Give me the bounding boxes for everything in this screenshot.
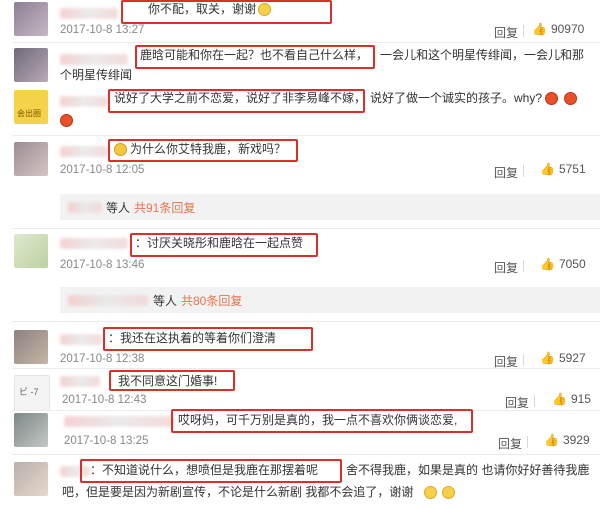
angry-emoji-icon [60,114,73,127]
highlight-box [108,139,298,162]
reply-count-link[interactable]: 共80条回复 [181,292,242,309]
like-button[interactable]: 👍 3929 [544,433,590,447]
reply-summary-prefix: 等人 [153,294,178,308]
like-count: 915 [570,392,591,406]
like-button[interactable]: 👍 5927 [540,351,586,365]
highlight-box [103,327,313,351]
angry-emoji-icon [564,92,577,105]
comment-text: 个明星传绯闻 [60,68,133,82]
reply-button[interactable]: 回复 [494,164,518,181]
reply-summary-prefix: 等人 [106,201,131,215]
avatar[interactable] [14,413,48,447]
divider [12,42,600,43]
highlight-box [171,409,473,433]
reply-button[interactable]: 回复 [505,394,529,411]
angry-emoji-icon [545,92,558,105]
reply-button[interactable]: 回复 [498,435,522,452]
avatar[interactable] [14,462,48,496]
avatar[interactable] [14,2,48,36]
reply-summary[interactable]: 等人 共80条回复 [60,287,600,313]
divider [12,454,600,455]
like-count: 90970 [550,22,585,36]
avatar[interactable]: ビ -7 [14,375,50,411]
thumbs-up-icon: 👍 [540,162,555,176]
like-count: 5751 [558,162,586,176]
avatar-badge-text: 会出圈 [17,109,41,118]
divider [12,321,600,322]
username[interactable] [60,376,100,387]
avatar[interactable] [14,142,48,176]
reply-summary[interactable]: 等人 共91条回复 [60,194,600,220]
avatar[interactable] [14,48,48,82]
highlight-box [80,459,342,483]
like-button[interactable]: 👍 7050 [540,257,586,271]
comment-date: 2017-10-8 12:05 [60,164,145,176]
comment-date: 2017-10-8 13:27 [60,24,145,36]
smile-emoji-icon [424,486,437,499]
thumbs-up-icon: 👍 [540,257,555,271]
username[interactable] [60,238,128,249]
highlight-box [130,233,318,257]
smile-emoji-icon [442,486,455,499]
like-button[interactable]: 👍 915 [552,392,591,406]
username[interactable] [60,54,128,65]
comment-date: 2017-10-8 12:43 [62,394,147,406]
username [68,295,148,306]
username[interactable] [60,96,108,107]
divider [523,25,524,37]
highlight-box [121,0,332,24]
highlight-box [109,370,235,391]
divider [12,228,600,229]
avatar[interactable] [14,330,48,364]
username[interactable] [64,416,174,427]
username [68,202,102,213]
comment-text: 说好了做一个诚实的孩子。why? [370,91,543,105]
reply-button[interactable]: 回复 [494,24,518,41]
like-count: 3929 [562,433,590,447]
divider [523,165,524,177]
divider [523,260,524,272]
username[interactable] [60,334,102,345]
like-button[interactable]: 👍 90970 [532,22,584,36]
avatar[interactable] [14,234,48,268]
divider [12,135,600,136]
thumbs-up-icon: 👍 [552,392,567,406]
username[interactable] [60,8,118,19]
thumbs-up-icon: 👍 [540,351,555,365]
divider [12,368,600,369]
avatar-text: ビ -7 [19,387,39,397]
like-button[interactable]: 👍 5751 [540,162,586,176]
comment-text: 一会儿和这个明星传绯闻，一会儿和那 [380,48,585,62]
comment-text: 吧，但是要是因为新剧宣传，不论是什么新剧 我都不会追了，谢谢 [62,485,414,499]
comment-date: 2017-10-8 13:25 [64,435,149,447]
comment-date: 2017-10-8 12:38 [60,353,145,365]
highlight-box [135,45,375,69]
like-count: 5927 [558,351,586,365]
reply-count-link[interactable]: 共91条回复 [134,199,195,216]
highlight-box [108,89,365,113]
thumbs-up-icon: 👍 [544,433,559,447]
divider [527,436,528,448]
divider [523,354,524,366]
thumbs-up-icon: 👍 [532,22,547,36]
comment-text: 舍不得我鹿，如果是真的 也请你好好善待我鹿 [346,463,590,477]
username[interactable] [60,146,108,157]
divider [534,395,535,407]
reply-button[interactable]: 回复 [494,259,518,276]
comment-date: 2017-10-8 13:46 [60,259,145,271]
avatar[interactable]: 会出圈 [14,90,48,124]
like-count: 7050 [558,257,586,271]
